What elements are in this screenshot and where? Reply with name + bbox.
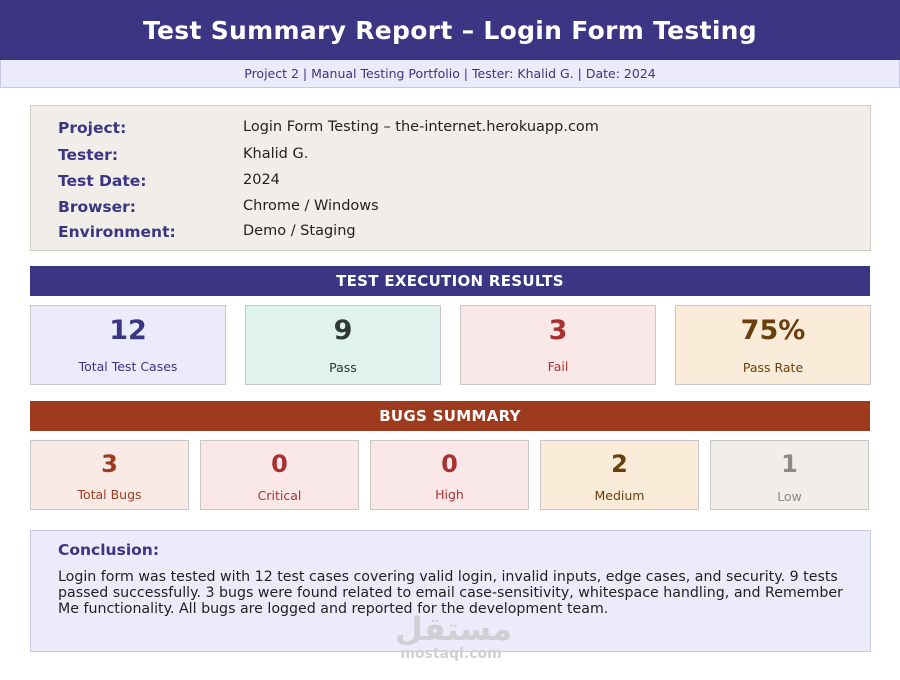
stat-label: Low [777,489,802,504]
stat-value: 2 [611,450,628,478]
execution-results-banner: TEST EXECUTION RESULTS [30,266,870,296]
stat-value: 1 [781,450,798,478]
stat-value: 3 [548,315,568,346]
medium-bugs-card: 2 Medium [540,440,699,510]
watermark-text: mostaql.com [400,646,502,662]
watermark-logo: مستقل [395,610,513,648]
info-label: Project: [58,119,127,137]
stat-label: Medium [594,488,645,503]
stat-value: 0 [441,450,458,478]
info-value: Khalid G. [243,146,309,162]
pass-rate-card: 75% Pass Rate [675,305,871,385]
stat-value: 0 [271,450,288,478]
fail-card: 3 Fail [460,305,656,385]
critical-bugs-card: 0 Critical [200,440,359,510]
report-title: Test Summary Report – Login Form Testing [0,0,900,60]
total-bugs-card: 3 Total Bugs [30,440,189,510]
pass-card: 9 Pass [245,305,441,385]
stat-value: 75% [740,315,806,346]
info-label: Environment: [58,223,176,241]
stat-label: Total Bugs [77,487,142,502]
bugs-summary-banner: BUGS SUMMARY [30,401,870,431]
stat-label: Pass Rate [742,360,804,375]
report-subtitle: Project 2 | Manual Testing Portfolio | T… [0,60,900,88]
project-info-panel: Project: Login Form Testing – the-intern… [30,105,871,251]
stat-value: 12 [109,315,147,346]
stat-label: Critical [257,488,302,503]
info-label: Test Date: [58,172,147,190]
info-value: Demo / Staging [243,223,356,239]
stat-value: 3 [101,450,118,478]
info-value: Login Form Testing – the-internet.heroku… [243,119,599,135]
stat-label: Total Test Cases [78,359,178,374]
info-label: Browser: [58,198,137,216]
stat-value: 9 [333,315,353,346]
stat-label: Pass [329,360,357,375]
mostaql-watermark: مستقل mostaql.com [395,610,513,668]
info-label: Tester: [58,146,119,164]
total-test-cases-card: 12 Total Test Cases [30,305,226,385]
info-value: Chrome / Windows [243,198,379,214]
low-bugs-card: 1 Low [710,440,869,510]
stat-label: High [435,487,464,502]
info-value: 2024 [243,172,280,188]
conclusion-title: Conclusion: [58,541,160,559]
high-bugs-card: 0 High [370,440,529,510]
stat-label: Fail [547,359,569,374]
